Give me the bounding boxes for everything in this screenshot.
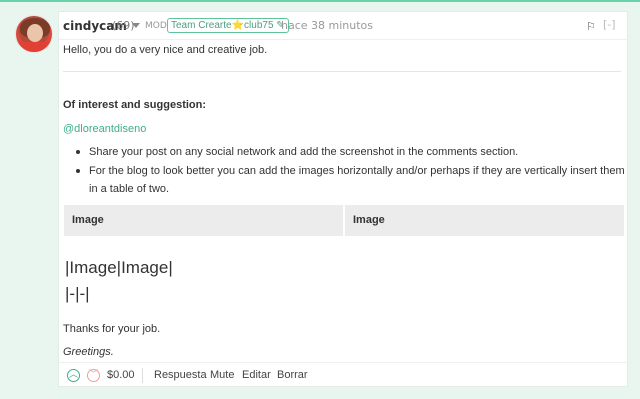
team-badge: Team Crearte⭐club75 ✎: [167, 18, 289, 33]
list-item: Share your post on any social network an…: [63, 143, 625, 161]
edit-button[interactable]: Editar: [242, 369, 271, 381]
avatar[interactable]: [15, 15, 53, 53]
reply-button[interactable]: Respuesta: [154, 369, 207, 381]
team-club: club75: [244, 20, 274, 31]
closing-text: Greetings.: [63, 346, 114, 358]
delete-button[interactable]: Borrar: [277, 369, 308, 381]
collapse-button[interactable]: [-]: [603, 18, 616, 31]
top-accent-line: [0, 0, 640, 2]
thanks-text: Thanks for your job.: [63, 323, 161, 335]
raw-markdown-line: |Image|Image|: [65, 258, 173, 277]
table-header-cell: Image: [345, 205, 624, 236]
divider: [63, 71, 621, 72]
mute-button[interactable]: Mute: [210, 369, 234, 381]
comment-timestamp[interactable]: hace 38 minutos: [281, 19, 373, 32]
star-icon: ⭐: [231, 20, 245, 31]
downvote-icon[interactable]: ﹀: [87, 369, 100, 382]
payout-value[interactable]: $0.00: [107, 369, 135, 381]
comment-footer: ︿ ﹀ $0.00 Respuesta Mute Editar Borrar: [59, 362, 629, 388]
section-title: Of interest and suggestion:: [63, 99, 207, 111]
greeting-text: Hello, you do a very nice and creative j…: [63, 44, 268, 56]
table-header-cell: Image: [64, 205, 345, 236]
comment-header: cindycam (69) MOD Team Crearte⭐club75 ✎ …: [59, 12, 629, 40]
mod-badge: MOD: [145, 21, 167, 31]
list-item: For the blog to look better you can add …: [63, 162, 625, 198]
raw-markdown-line: |-|-|: [65, 284, 90, 303]
chevron-down-icon[interactable]: [132, 23, 140, 28]
divider: [142, 368, 143, 383]
example-table-header: Image Image: [64, 205, 624, 236]
suggestion-list: Share your post on any social network an…: [63, 143, 625, 199]
team-name: Team Crearte: [171, 20, 232, 31]
mention-link[interactable]: @dloreantdiseno: [63, 123, 146, 135]
flag-icon[interactable]: ⚐: [586, 20, 596, 33]
comment-card: cindycam (69) MOD Team Crearte⭐club75 ✎ …: [58, 11, 629, 388]
upvote-icon[interactable]: ︿: [67, 369, 80, 382]
